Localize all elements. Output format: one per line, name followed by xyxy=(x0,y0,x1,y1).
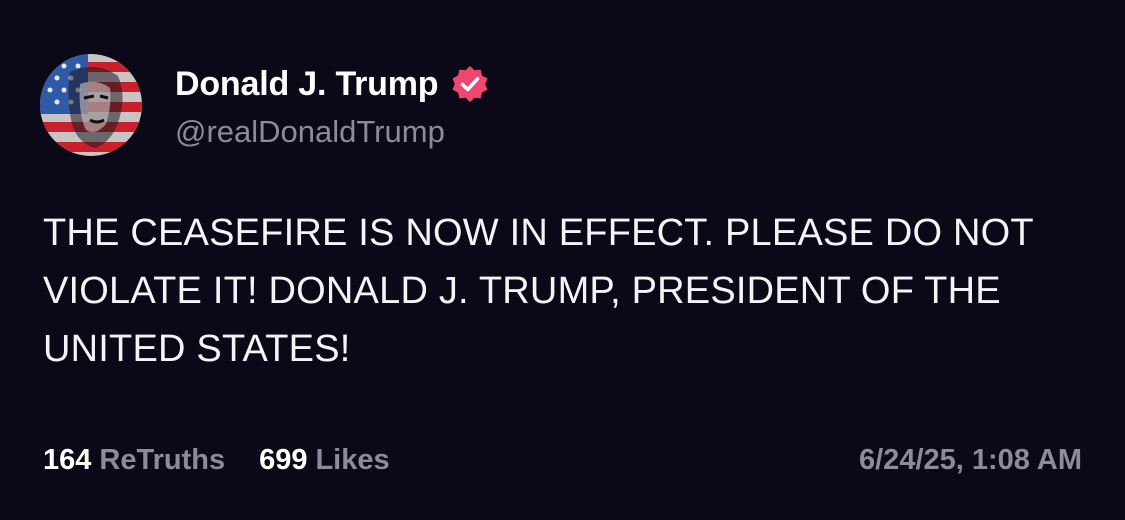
verified-badge-icon xyxy=(450,64,490,104)
display-name[interactable]: Donald J. Trump xyxy=(175,65,439,104)
post-timestamp[interactable]: 6/24/25, 1:08 AM xyxy=(859,444,1082,477)
post-footer: 164 ReTruths 699 Likes 6/24/25, 1:08 AM xyxy=(43,440,1082,480)
author-handle[interactable]: @realDonaldTrump xyxy=(175,114,490,150)
post-text: THE CEASEFIRE IS NOW IN EFFECT. PLEASE D… xyxy=(43,212,1034,370)
post-header: Donald J. Trump @realDonaldTrump xyxy=(40,54,490,156)
likes-label: Likes xyxy=(315,443,390,476)
flag-portrait-avatar xyxy=(40,54,142,156)
retruths-count: 164 xyxy=(43,443,92,476)
name-row: Donald J. Trump xyxy=(175,60,490,108)
likes-stat[interactable]: 699 Likes xyxy=(259,444,390,477)
truth-post: Donald J. Trump @realDonaldTrump THE CEA… xyxy=(0,0,1125,520)
retruths-stat[interactable]: 164 ReTruths xyxy=(43,444,225,477)
avatar[interactable] xyxy=(40,54,142,156)
author-identity: Donald J. Trump @realDonaldTrump xyxy=(175,60,490,150)
retruths-label: ReTruths xyxy=(99,443,226,476)
likes-count: 699 xyxy=(259,443,308,476)
